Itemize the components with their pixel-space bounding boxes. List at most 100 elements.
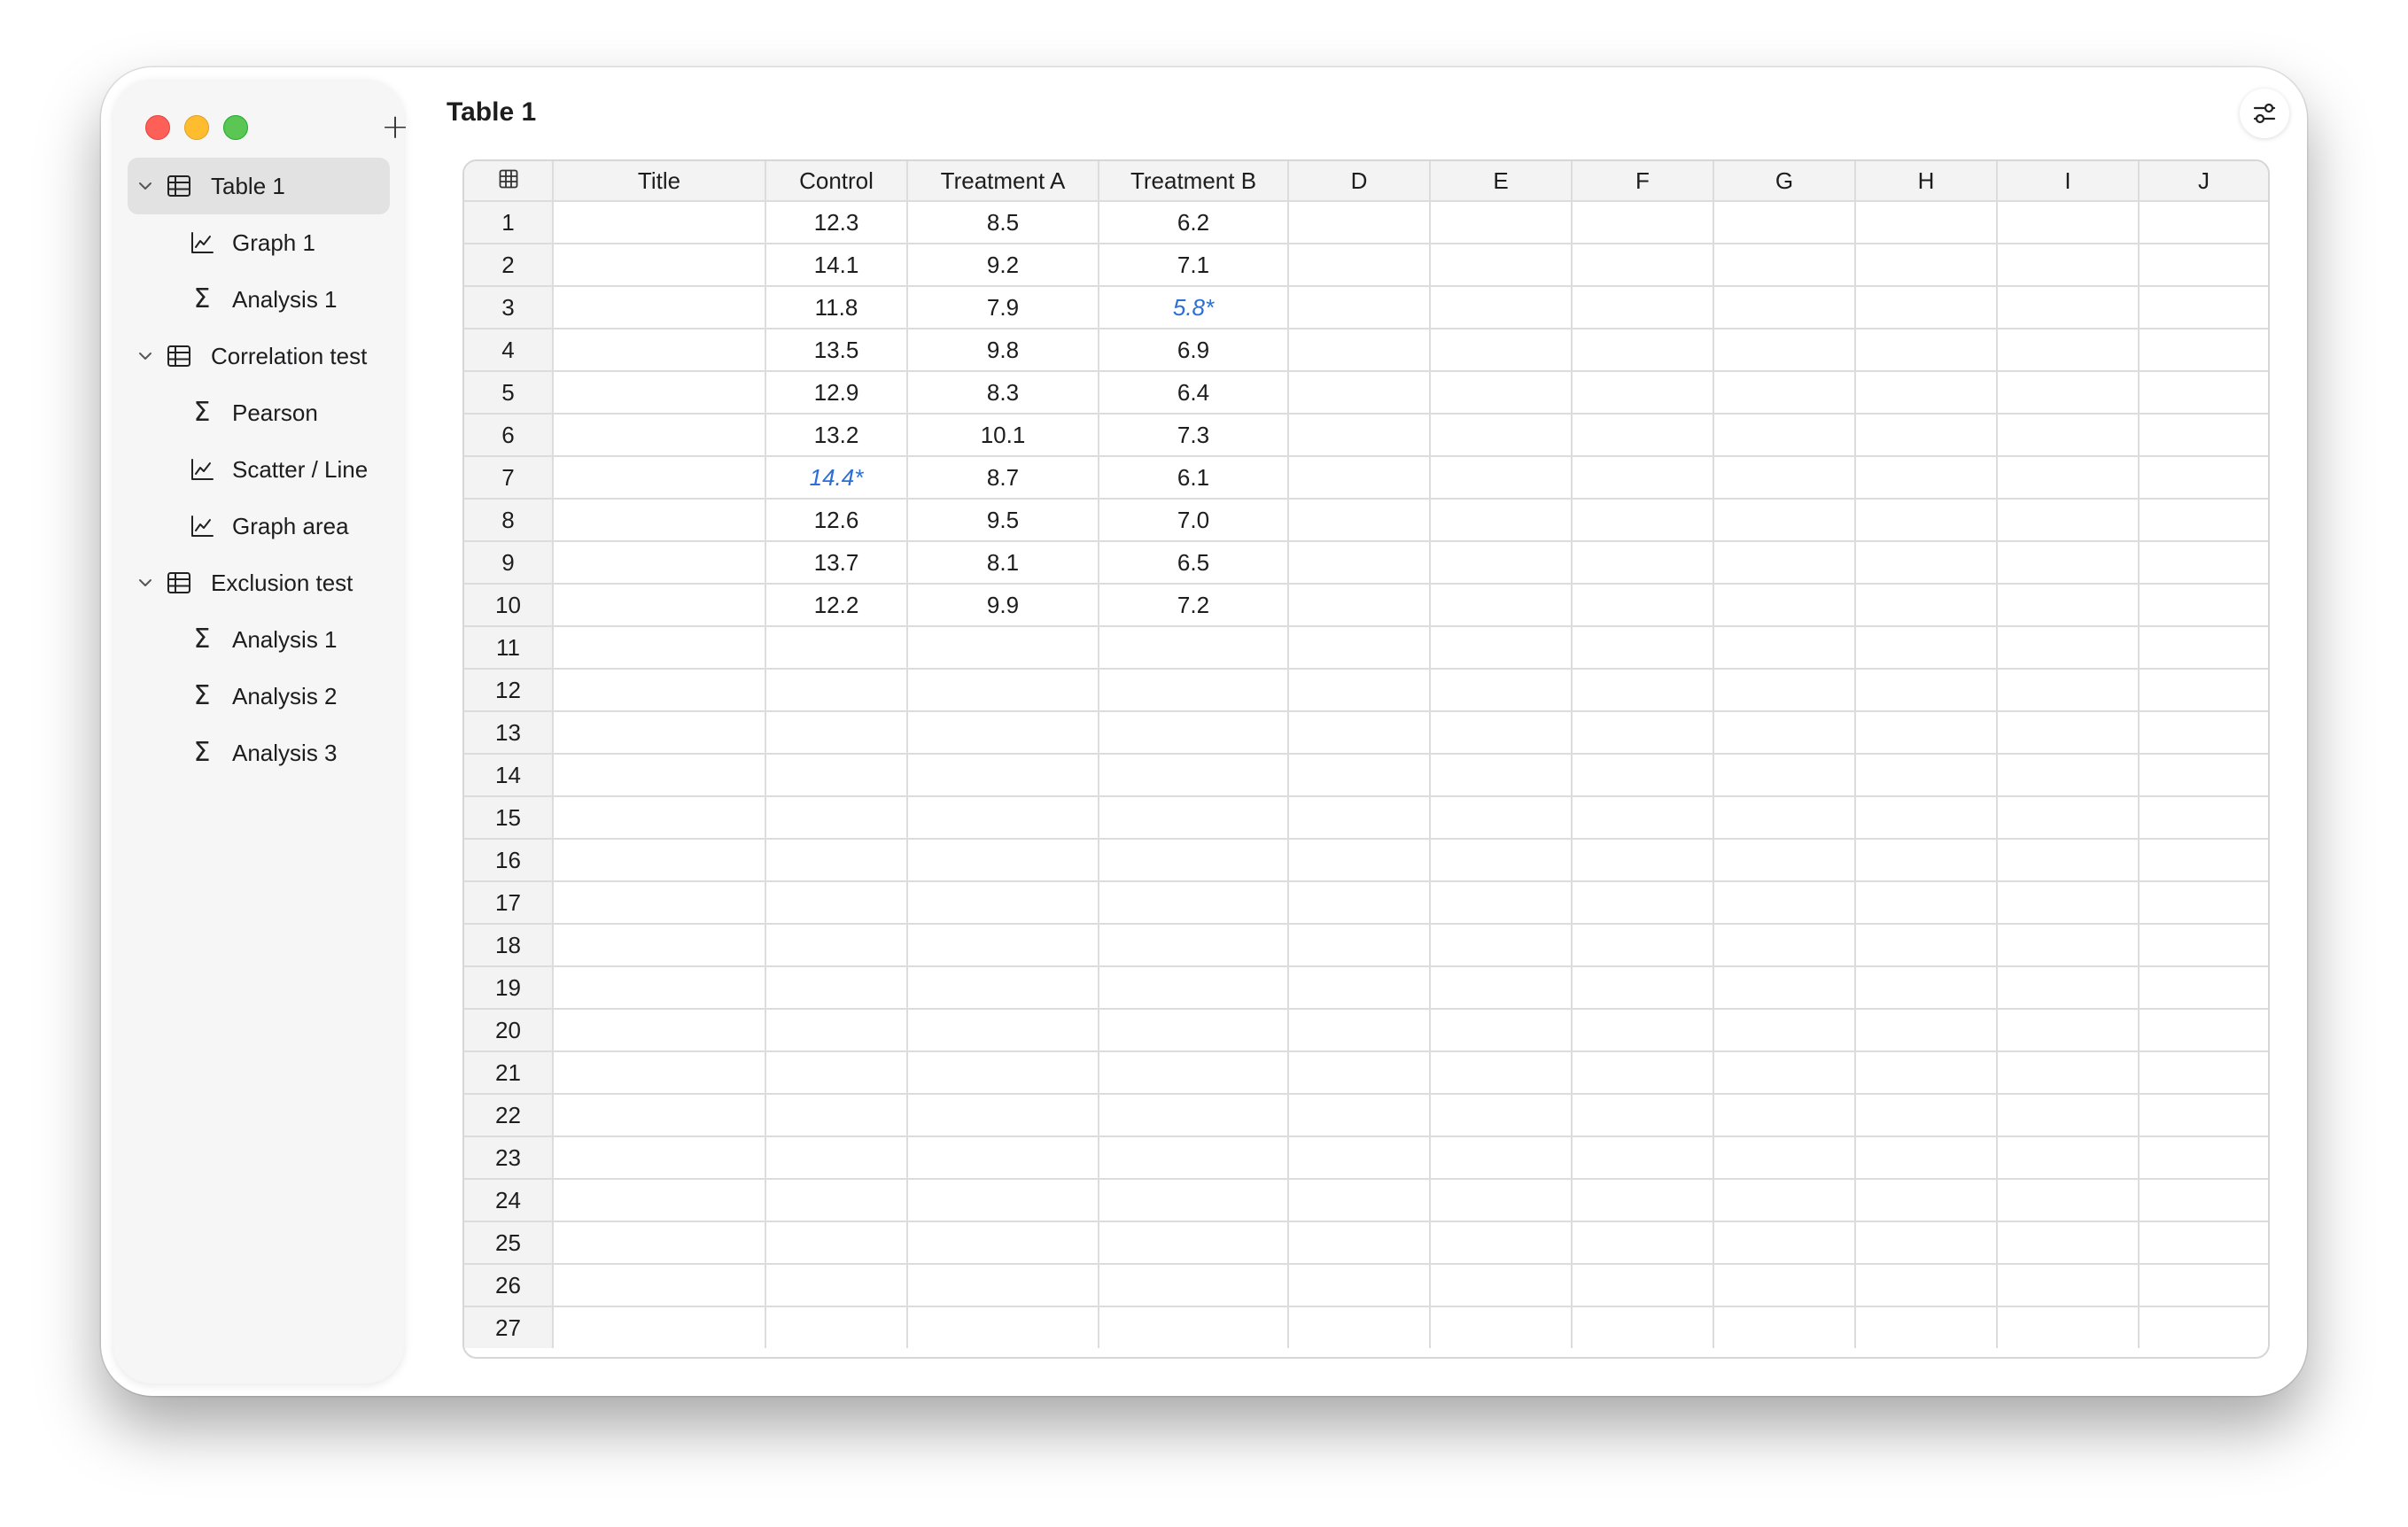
table-cell[interactable] — [907, 1136, 1099, 1180]
table-cell[interactable] — [1288, 414, 1431, 457]
table-cell[interactable] — [1430, 839, 1573, 882]
table-cell[interactable]: 14.4* — [765, 456, 908, 500]
table-cell[interactable] — [553, 669, 766, 712]
table-cell[interactable] — [1099, 1221, 1289, 1265]
table-cell[interactable] — [1099, 1136, 1289, 1180]
table-cell[interactable] — [1099, 966, 1289, 1010]
table-cell[interactable]: 6.1 — [1099, 456, 1289, 500]
row-number[interactable]: 26 — [464, 1264, 554, 1307]
table-cell[interactable] — [907, 881, 1099, 925]
table-cell[interactable] — [553, 1306, 766, 1348]
table-cell[interactable] — [1855, 754, 1998, 797]
table-cell[interactable] — [553, 584, 766, 627]
table-cell[interactable] — [1713, 626, 1856, 670]
table-cell[interactable] — [765, 1306, 908, 1348]
table-cell[interactable] — [1099, 796, 1289, 840]
table-cell[interactable] — [2139, 1221, 2268, 1265]
table-cell[interactable] — [1855, 286, 1998, 329]
table-cell[interactable] — [1572, 966, 1714, 1010]
column-header[interactable]: F — [1572, 161, 1714, 202]
table-cell[interactable] — [1997, 966, 2140, 1010]
table-cell[interactable] — [1855, 1009, 1998, 1052]
table-cell[interactable] — [1713, 371, 1856, 415]
table-cell[interactable]: 13.7 — [765, 541, 908, 585]
table-cell[interactable] — [553, 1264, 766, 1307]
table-cell[interactable] — [2139, 1264, 2268, 1307]
table-cell[interactable] — [765, 711, 908, 755]
table-cell[interactable] — [1713, 1009, 1856, 1052]
row-number[interactable]: 16 — [464, 839, 554, 882]
table-cell[interactable] — [1288, 796, 1431, 840]
table-cell[interactable] — [1997, 541, 2140, 585]
table-cell[interactable] — [2139, 1094, 2268, 1137]
table-cell[interactable] — [2139, 1009, 2268, 1052]
table-cell[interactable] — [1430, 329, 1573, 372]
row-number[interactable]: 7 — [464, 456, 554, 500]
table-cell[interactable] — [1430, 456, 1573, 500]
table-cell[interactable] — [1430, 796, 1573, 840]
table-cell[interactable]: 12.6 — [765, 499, 908, 542]
table-cell[interactable] — [1288, 286, 1431, 329]
table-cell[interactable] — [1430, 1264, 1573, 1307]
table-cell[interactable] — [1855, 1179, 1998, 1222]
table-cell[interactable]: 6.5 — [1099, 541, 1289, 585]
table-cell[interactable]: 10.1 — [907, 414, 1099, 457]
table-cell[interactable] — [2139, 201, 2268, 244]
table-cell[interactable] — [1997, 329, 2140, 372]
table-cell[interactable] — [553, 881, 766, 925]
table-cell[interactable] — [1713, 414, 1856, 457]
row-number[interactable]: 27 — [464, 1306, 554, 1348]
column-header[interactable]: E — [1430, 161, 1573, 202]
table-cell[interactable] — [1572, 796, 1714, 840]
row-number[interactable]: 10 — [464, 584, 554, 627]
table-cell[interactable] — [1855, 1136, 1998, 1180]
table-cell[interactable] — [553, 626, 766, 670]
sidebar-item-graph-area[interactable]: Graph area — [113, 498, 404, 554]
table-cell[interactable]: 8.3 — [907, 371, 1099, 415]
table-cell[interactable] — [1288, 1221, 1431, 1265]
table-cell[interactable] — [1572, 881, 1714, 925]
table-cell[interactable] — [1572, 711, 1714, 755]
table-cell[interactable] — [2139, 244, 2268, 287]
settings-button[interactable] — [2240, 89, 2289, 138]
table-cell[interactable] — [553, 1009, 766, 1052]
table-cell[interactable] — [553, 499, 766, 542]
table-cell[interactable] — [1997, 924, 2140, 967]
table-cell[interactable] — [1099, 1094, 1289, 1137]
table-cell[interactable] — [553, 1221, 766, 1265]
table-cell[interactable] — [2139, 1179, 2268, 1222]
table-cell[interactable] — [1430, 1051, 1573, 1095]
table-cell[interactable] — [1713, 966, 1856, 1010]
table-cell[interactable] — [1288, 371, 1431, 415]
table-cell[interactable] — [2139, 371, 2268, 415]
chevron-down-icon[interactable] — [136, 347, 154, 365]
table-cell[interactable] — [1855, 711, 1998, 755]
table-cell[interactable] — [1430, 1306, 1573, 1348]
table-cell[interactable] — [1997, 626, 2140, 670]
table-cell[interactable] — [553, 286, 766, 329]
table-cell[interactable]: 5.8* — [1099, 286, 1289, 329]
table-cell[interactable] — [2139, 626, 2268, 670]
table-cell[interactable] — [1572, 244, 1714, 287]
table-cell[interactable] — [1713, 286, 1856, 329]
table-cell[interactable] — [1288, 201, 1431, 244]
table-cell[interactable] — [1430, 244, 1573, 287]
table-cell[interactable] — [765, 796, 908, 840]
table-cell[interactable]: 13.2 — [765, 414, 908, 457]
table-cell[interactable] — [2139, 456, 2268, 500]
table-cell[interactable] — [553, 1051, 766, 1095]
chevron-down-icon[interactable] — [136, 177, 154, 195]
table-cell[interactable] — [1288, 1306, 1431, 1348]
table-cell[interactable] — [553, 754, 766, 797]
row-number[interactable]: 2 — [464, 244, 554, 287]
sidebar-item-pearson[interactable]: Σ Pearson — [113, 384, 404, 441]
table-cell[interactable] — [2139, 796, 2268, 840]
table-cell[interactable] — [553, 796, 766, 840]
table-cell[interactable] — [907, 1009, 1099, 1052]
table-cell[interactable] — [553, 839, 766, 882]
row-number[interactable]: 22 — [464, 1094, 554, 1137]
table-cell[interactable] — [765, 1221, 908, 1265]
table-cell[interactable] — [1855, 541, 1998, 585]
table-cell[interactable] — [1572, 1051, 1714, 1095]
table-cell[interactable] — [1572, 1136, 1714, 1180]
